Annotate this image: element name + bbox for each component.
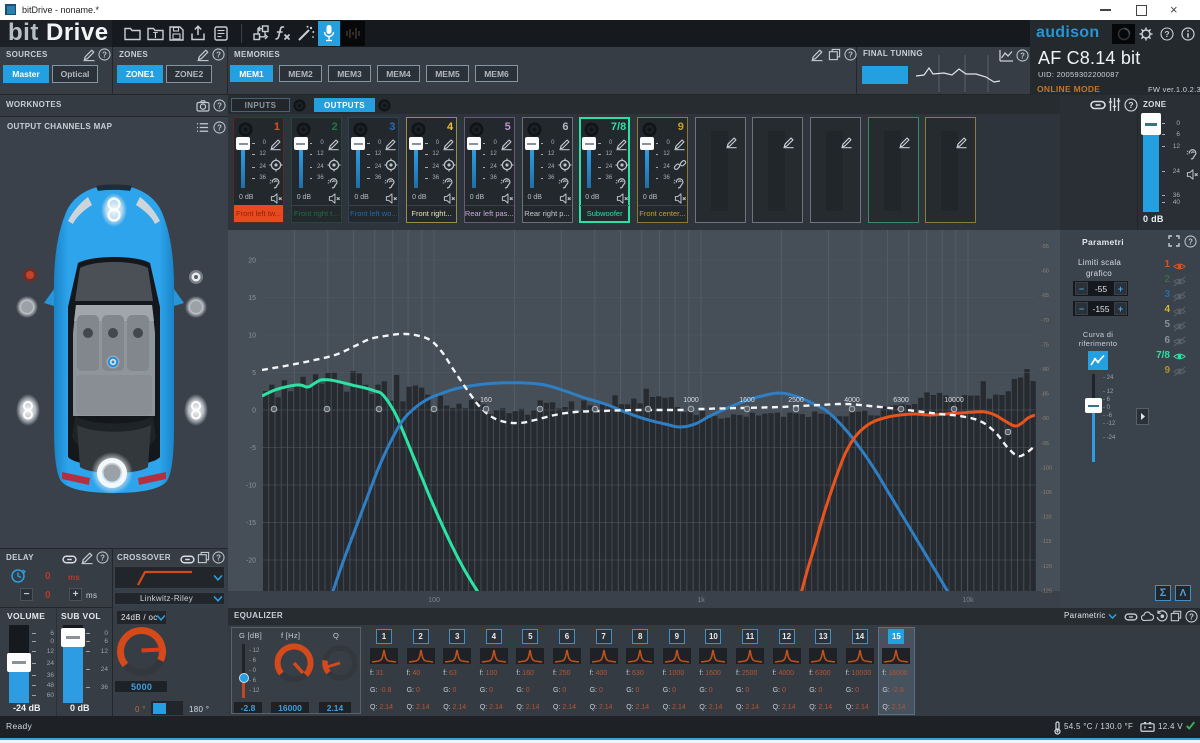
svg-text:-85: -85	[1041, 392, 1049, 398]
svg-text:-100: -100	[1041, 465, 1052, 471]
svg-text:-20: -20	[246, 558, 256, 565]
svg-text:?: ?	[216, 553, 221, 562]
svg-text:?: ?	[102, 50, 107, 59]
svg-text:?: ?	[1188, 237, 1193, 246]
svg-text:1600: 1600	[739, 397, 755, 404]
svg-text:-55: -55	[1041, 244, 1049, 250]
svg-text:-15: -15	[246, 520, 256, 527]
svg-text:100: 100	[428, 597, 440, 604]
svg-text:-80: -80	[1041, 367, 1049, 373]
svg-text:10: 10	[248, 333, 256, 340]
svg-text:15: 15	[248, 295, 256, 302]
svg-text:2500: 2500	[788, 397, 804, 404]
svg-text:5: 5	[252, 370, 256, 377]
svg-text:-90: -90	[1041, 416, 1049, 422]
svg-text:-10: -10	[246, 483, 256, 490]
svg-text:-105: -105	[1041, 490, 1052, 496]
svg-text:160: 160	[480, 397, 492, 404]
svg-text:-60: -60	[1041, 269, 1049, 275]
svg-text:?: ?	[1189, 612, 1194, 621]
svg-text:?: ?	[1128, 100, 1133, 110]
svg-text:-95: -95	[1041, 441, 1049, 447]
svg-text:-5: -5	[250, 445, 256, 452]
svg-text:-125: -125	[1041, 588, 1052, 594]
svg-text:4000: 4000	[844, 397, 860, 404]
svg-text:?: ?	[100, 553, 105, 562]
svg-text:?: ?	[1020, 51, 1025, 60]
svg-text:-75: -75	[1041, 342, 1049, 348]
svg-text:-65: -65	[1041, 293, 1049, 299]
svg-text:10k: 10k	[962, 597, 974, 604]
svg-text:-70: -70	[1041, 318, 1049, 324]
svg-text:-110: -110	[1041, 515, 1052, 521]
svg-text:T: T	[153, 31, 158, 40]
svg-text:?: ?	[216, 50, 221, 59]
svg-text:?: ?	[217, 101, 222, 110]
svg-text:?: ?	[1164, 29, 1169, 39]
svg-text:1000: 1000	[683, 397, 699, 404]
svg-text:1k: 1k	[697, 597, 705, 604]
svg-text:10000: 10000	[944, 397, 964, 404]
svg-text:0: 0	[252, 408, 256, 415]
svg-text:-115: -115	[1041, 539, 1052, 545]
svg-text:20: 20	[248, 258, 256, 265]
svg-text:?: ?	[217, 123, 222, 132]
svg-text:-120: -120	[1041, 564, 1052, 570]
svg-text:6300: 6300	[893, 397, 909, 404]
svg-text:?: ?	[848, 50, 853, 59]
